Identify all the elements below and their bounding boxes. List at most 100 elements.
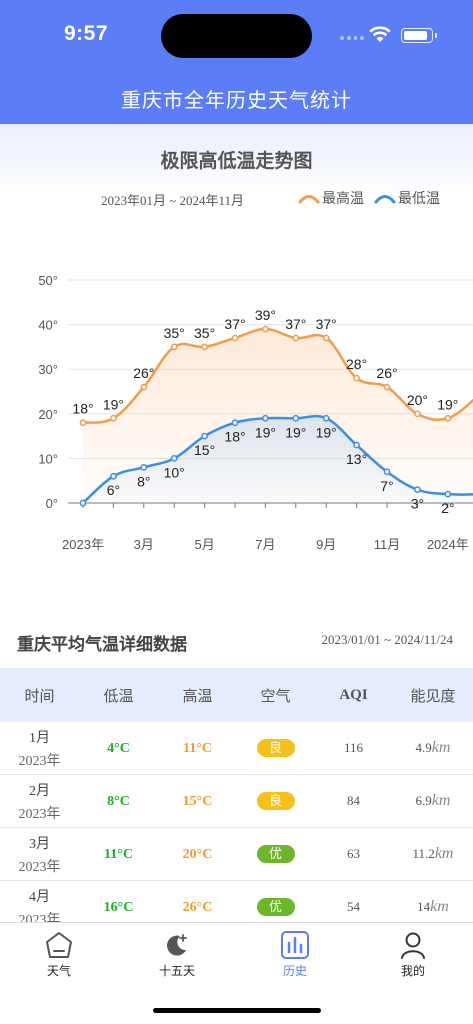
- tab-mine-label: 我的: [400, 964, 425, 978]
- row-visibility: 11.2km: [393, 845, 473, 863]
- data-label-min: 19°: [255, 424, 276, 440]
- visibility-unit: km: [431, 792, 451, 809]
- home-indicator: [153, 1008, 321, 1013]
- x-tick-label: 3月: [134, 537, 154, 552]
- row-air: 优: [237, 845, 314, 863]
- low-temp-value: 4°C: [107, 741, 130, 756]
- series-min-point: [231, 419, 239, 427]
- visibility-unit: km: [431, 739, 451, 756]
- low-temp-value: 16°C: [103, 900, 134, 915]
- row-low: 11°C: [79, 845, 158, 863]
- row-time: 1月 2023年: [0, 727, 79, 770]
- visibility-unit: km: [430, 898, 449, 915]
- series-min-point: [201, 432, 208, 440]
- data-label-max: 19°: [103, 396, 124, 412]
- row-time: 2月 2023年: [0, 780, 79, 823]
- series-min-point: [262, 414, 269, 422]
- x-tick-label: 9月: [316, 537, 336, 552]
- battery-icon: [401, 28, 437, 43]
- temperature-line-chart: 18° 19° 26° 35° 35° 37° 39° 37° 37° 28° 26° 20° 19° 2…: [38, 273, 473, 552]
- app-header: 9:57 重庆市全年历史天气统计: [0, 0, 473, 124]
- wifi-icon: [369, 26, 391, 42]
- aqi-value: 54: [347, 899, 360, 914]
- data-label-min: 15°: [194, 442, 215, 458]
- cellular-signal-icon: [340, 36, 364, 42]
- high-temp-value: 26°C: [182, 900, 213, 915]
- x-tick-label: 2024年: [427, 537, 469, 552]
- table-row[interactable]: 1月 2023年 4°C 11°C 良 116 4.9km: [0, 722, 473, 775]
- row-low: 8°C: [79, 792, 158, 810]
- row-high: 11°C: [158, 739, 237, 757]
- series-min-point: [170, 455, 178, 462]
- table-row[interactable]: 4月 2023年 16°C 26°C 优 54 14km: [0, 881, 473, 923]
- series-min-point: [353, 441, 360, 449]
- series-min-point: [79, 499, 87, 507]
- table-date-range[interactable]: 2023/01/01 ~ 2024/11/24: [322, 632, 454, 648]
- person-icon: [401, 932, 425, 959]
- y-tick-label: 50°: [38, 273, 58, 288]
- series-max-point: [201, 343, 208, 351]
- high-temp-value: 20°C: [182, 847, 213, 862]
- column-header-aqi: AQI: [339, 686, 368, 703]
- data-label-max: 35°: [194, 325, 215, 341]
- row-year: 2023年: [18, 753, 61, 769]
- y-tick-label: 0°: [46, 496, 58, 511]
- row-air: 优: [237, 898, 314, 916]
- data-label-max: 18°: [72, 401, 93, 417]
- data-label-max: 39°: [255, 307, 276, 323]
- row-visibility: 14km: [393, 898, 473, 916]
- y-tick-label: 20°: [38, 407, 58, 422]
- row-high: 20°C: [158, 845, 237, 863]
- visibility-value: 14: [417, 899, 431, 914]
- data-label-max: 28°: [346, 356, 367, 372]
- row-aqi: 116: [314, 739, 393, 757]
- table-row[interactable]: 2月 2023年 8°C 15°C 良 84 6.9km: [0, 775, 473, 828]
- home-icon: [46, 932, 72, 958]
- table-title: 重庆平均气温详细数据: [17, 635, 187, 654]
- series-min-point: [292, 414, 300, 422]
- data-label-max: 19°: [437, 396, 458, 412]
- dynamic-island: [161, 14, 312, 58]
- visibility-value: 4.9: [415, 740, 432, 755]
- row-low: 16°C: [79, 898, 158, 916]
- column-header-air: 空气: [260, 687, 291, 705]
- row-air: 良: [237, 739, 314, 757]
- tab-history[interactable]: 历史: [236, 931, 354, 979]
- row-high: 26°C: [158, 898, 237, 916]
- tab-weather-label: 天气: [46, 964, 71, 978]
- tab-weather[interactable]: 天气: [0, 931, 118, 979]
- row-air: 良: [237, 792, 314, 810]
- row-month: 4月: [29, 889, 50, 905]
- row-year: 2023年: [18, 912, 61, 923]
- data-label-min: 10°: [164, 464, 185, 480]
- data-label-min: 19°: [316, 424, 337, 440]
- row-low: 4°C: [79, 739, 158, 757]
- low-temp-value: 8°C: [107, 794, 130, 809]
- data-label-min: 13°: [346, 451, 367, 467]
- row-year: 2023年: [18, 859, 61, 875]
- row-time: 4月 2023年: [0, 886, 79, 923]
- data-label-min: 2°: [441, 500, 454, 516]
- status-time: 9:57: [64, 22, 109, 45]
- column-header-visibility: 能见度: [410, 687, 456, 705]
- row-time: 3月 2023年: [0, 833, 79, 876]
- page-title: 重庆市全年历史天气统计: [121, 90, 352, 112]
- data-label-min: 7°: [380, 478, 393, 494]
- row-month: 3月: [29, 836, 50, 852]
- tab-fifteen-days[interactable]: 十五天: [118, 931, 236, 979]
- moon-icon: [167, 934, 187, 956]
- table-header-row: 时间 低温 高温 空气 AQI 能见度: [0, 668, 473, 722]
- tab-mine[interactable]: 我的: [354, 931, 472, 979]
- visibility-unit: km: [434, 845, 454, 862]
- air-quality-badge: 优: [256, 898, 295, 916]
- series-max-point: [383, 383, 391, 391]
- row-aqi: 63: [314, 845, 393, 863]
- air-quality-badge: 良: [256, 792, 295, 810]
- series-max-point: [262, 325, 269, 333]
- data-label-min: 3°: [411, 496, 424, 512]
- y-tick-label: 10°: [38, 451, 58, 466]
- row-visibility: 4.9km: [393, 739, 473, 757]
- table-row[interactable]: 3月 2023年 11°C 20°C 优 63 11.2km: [0, 828, 473, 881]
- series-min-point: [383, 468, 391, 476]
- series-max-point: [231, 334, 239, 342]
